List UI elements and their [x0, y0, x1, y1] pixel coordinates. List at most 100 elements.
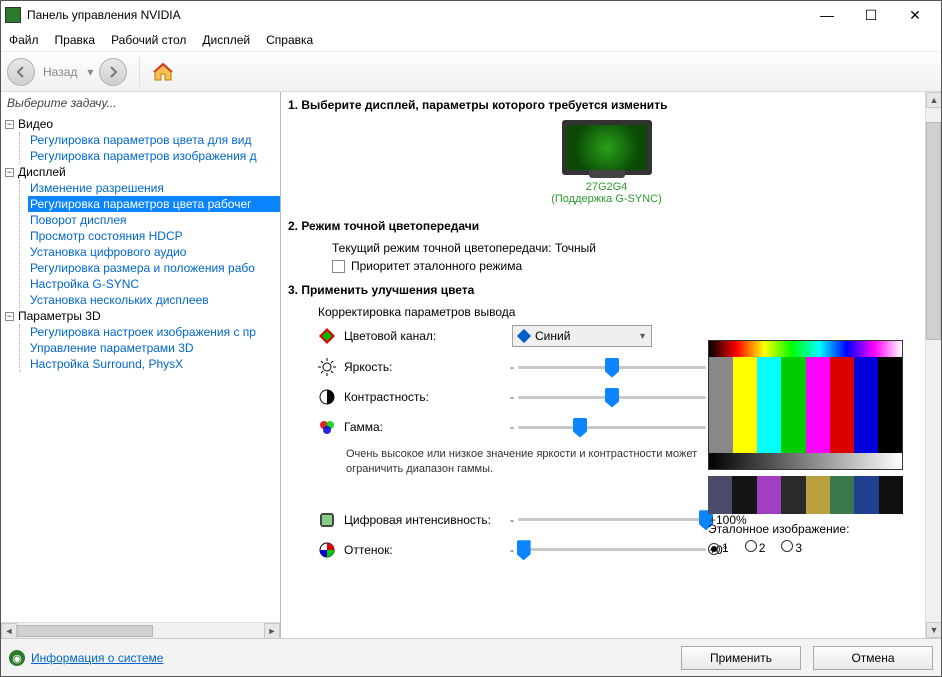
- tree-group-video[interactable]: − Видео: [5, 116, 280, 132]
- system-info-link[interactable]: Информация о системе: [31, 651, 163, 665]
- back-dropdown-icon[interactable]: ▾: [87, 65, 93, 79]
- home-button[interactable]: [152, 62, 174, 82]
- main-scrollbar[interactable]: ▲ ▼: [925, 92, 941, 638]
- menu-display[interactable]: Дисплей: [200, 31, 252, 49]
- hue-icon: [318, 541, 336, 559]
- arrow-left-icon: [14, 65, 28, 79]
- menu-desktop[interactable]: Рабочий стол: [109, 31, 188, 49]
- tree-item[interactable]: Настройка G-SYNC: [28, 276, 280, 292]
- hue-slider[interactable]: -+: [512, 540, 712, 560]
- tree-item-selected[interactable]: Регулировка параметров цвета рабочег: [28, 196, 280, 212]
- tree-item[interactable]: Регулировка параметров цвета для вид: [28, 132, 280, 148]
- vibrance-slider[interactable]: -+: [512, 510, 712, 530]
- collapse-icon: −: [5, 120, 14, 129]
- vibrance-icon: [318, 511, 336, 529]
- channel-icon: [318, 327, 336, 345]
- priority-checkbox-label: Приоритет эталонного режима: [351, 259, 522, 273]
- sidebar-scrollbar[interactable]: ◄ ►: [1, 622, 280, 638]
- back-label: Назад: [43, 65, 77, 79]
- brightness-icon: [318, 358, 336, 376]
- color-preview-secondary: [708, 476, 903, 514]
- cancel-button[interactable]: Отмена: [813, 646, 933, 670]
- menubar: Файл Правка Рабочий стол Дисплей Справка: [1, 29, 941, 52]
- brightness-slider[interactable]: -+: [512, 357, 712, 377]
- tree-item[interactable]: Управление параметрами 3D: [28, 340, 280, 356]
- tree-group-3d[interactable]: − Параметры 3D: [5, 308, 280, 324]
- reference-label: Эталонное изображение:: [708, 522, 903, 536]
- info-icon: ◉: [9, 650, 25, 666]
- menu-file[interactable]: Файл: [7, 31, 41, 49]
- scroll-up-icon[interactable]: ▲: [926, 92, 941, 108]
- tree-group-label: Дисплей: [18, 165, 66, 179]
- menu-edit[interactable]: Правка: [53, 31, 98, 49]
- tree-item[interactable]: Регулировка настроек изображения с пр: [28, 324, 280, 340]
- back-button[interactable]: [7, 58, 35, 86]
- ref-radio-1[interactable]: 1: [708, 541, 729, 555]
- diamond-icon: [517, 329, 531, 343]
- chevron-down-icon: ▾: [640, 331, 645, 342]
- tree-item[interactable]: Настройка Surround, PhysX: [28, 356, 280, 372]
- tree-group-display[interactable]: − Дисплей: [5, 164, 280, 180]
- tree-item[interactable]: Регулировка размера и положения рабо: [28, 260, 280, 276]
- brightness-label: Яркость:: [344, 360, 504, 374]
- scroll-thumb[interactable]: [926, 122, 941, 340]
- mode-label: Текущий режим точной цветопередачи:: [332, 241, 552, 255]
- adjust-header: Корректировка параметров вывода: [318, 305, 925, 319]
- gamma-label: Гамма:: [344, 420, 504, 434]
- collapse-icon: −: [5, 168, 14, 177]
- channel-label: Цветовой канал:: [344, 329, 504, 343]
- tree-group-label: Параметры 3D: [18, 309, 101, 323]
- tree-item[interactable]: Установка цифрового аудио: [28, 244, 280, 260]
- titlebar: Панель управления NVIDIA — ☐ ✕: [1, 1, 941, 29]
- arrow-right-icon: [106, 65, 120, 79]
- ref-radio-3[interactable]: 3: [781, 540, 802, 555]
- tree-item[interactable]: Поворот дисплея: [28, 212, 280, 228]
- collapse-icon: −: [5, 312, 14, 321]
- tree-item[interactable]: Установка нескольких дисплеев: [28, 292, 280, 308]
- home-icon: [152, 62, 174, 82]
- scroll-down-icon[interactable]: ▼: [926, 622, 941, 638]
- display-gsync: (Поддержка G-SYNC): [551, 193, 662, 205]
- toolbar-separator: [139, 57, 140, 87]
- channel-select[interactable]: Синий ▾: [512, 325, 652, 347]
- window-title: Панель управления NVIDIA: [27, 8, 805, 22]
- display-selector[interactable]: 27G2G4 (Поддержка G-SYNC): [551, 120, 662, 205]
- scroll-right-icon[interactable]: ►: [264, 623, 280, 639]
- maximize-button[interactable]: ☐: [849, 1, 893, 29]
- contrast-label: Контрастность:: [344, 390, 504, 404]
- tree-group-label: Видео: [18, 117, 53, 131]
- close-button[interactable]: ✕: [893, 1, 937, 29]
- menu-help[interactable]: Справка: [264, 31, 315, 49]
- step2-header: 2. Режим точной цветопередачи: [288, 219, 925, 233]
- minimize-button[interactable]: —: [805, 1, 849, 29]
- app-icon: [5, 7, 21, 23]
- hue-label: Оттенок:: [344, 543, 504, 557]
- tree-item[interactable]: Просмотр состояния HDCP: [28, 228, 280, 244]
- priority-checkbox[interactable]: [332, 260, 345, 273]
- vibrance-label: Цифровая интенсивность:: [344, 513, 504, 527]
- scroll-thumb[interactable]: [17, 625, 153, 637]
- sidebar: Выберите задачу... − Видео Регулировка п…: [1, 92, 281, 638]
- task-header: Выберите задачу...: [1, 92, 280, 114]
- tree-item[interactable]: Изменение разрешения: [28, 180, 280, 196]
- contrast-icon: [318, 388, 336, 406]
- channel-value: Синий: [535, 329, 570, 343]
- toolbar: Назад ▾: [1, 52, 941, 92]
- apply-button[interactable]: Применить: [681, 646, 801, 670]
- step3-header: 3. Применить улучшения цвета: [288, 283, 925, 297]
- ref-radio-2[interactable]: 2: [745, 540, 766, 555]
- gamma-icon: [318, 418, 336, 436]
- contrast-slider[interactable]: -+: [512, 387, 712, 407]
- step1-header: 1. Выберите дисплей, параметры которого …: [288, 98, 925, 112]
- main-panel: 1. Выберите дисплей, параметры которого …: [281, 92, 941, 638]
- forward-button[interactable]: [99, 58, 127, 86]
- mode-value: Точный: [555, 241, 596, 255]
- scroll-left-icon[interactable]: ◄: [1, 623, 17, 639]
- gamma-hint: Очень высокое или низкое значение яркост…: [346, 447, 748, 478]
- tree-item[interactable]: Регулировка параметров изображения д: [28, 148, 280, 164]
- monitor-icon: [562, 120, 652, 175]
- display-name: 27G2G4: [551, 181, 662, 193]
- gamma-slider[interactable]: -+: [512, 417, 712, 437]
- footer: ◉ Информация о системе Применить Отмена: [1, 638, 941, 676]
- color-preview: [708, 340, 903, 470]
